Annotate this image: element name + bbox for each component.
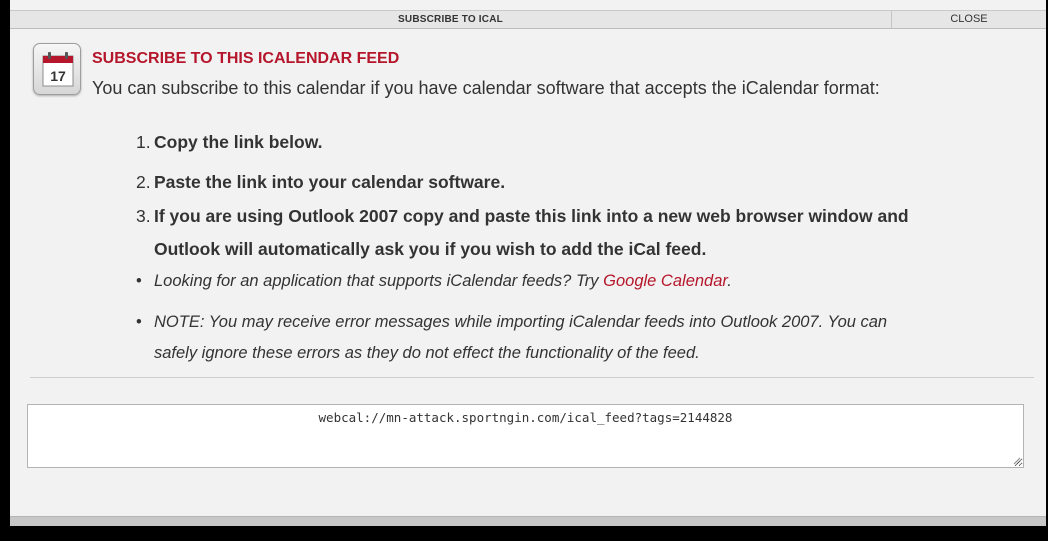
divider: [30, 377, 1034, 378]
bullet-icon: •: [136, 272, 142, 290]
calendar-icon: 17: [33, 43, 81, 95]
calendar-day-label: 17: [50, 68, 66, 84]
dialog-header: SUBSCRIBE TO ICAL CLOSE: [10, 10, 1046, 29]
bullet-text-end: .: [727, 272, 732, 290]
step-text: Paste the link into your calendar softwa…: [154, 172, 506, 192]
step-text: If you are using Outlook 2007 copy and p…: [154, 206, 909, 226]
dialog-heading: SUBSCRIBE TO THIS ICALENDAR FEED: [92, 50, 400, 67]
step-number: 2.: [136, 172, 151, 192]
bullet-text-continued: safely ignore these errors as they do no…: [154, 344, 700, 362]
bullet-icon: •: [136, 313, 142, 331]
dialog-title: SUBSCRIBE TO ICAL: [10, 11, 892, 28]
step-number: 1.: [136, 132, 151, 152]
close-button[interactable]: CLOSE: [892, 11, 1046, 28]
step-text: Copy the link below.: [154, 132, 323, 152]
step-number: 3.: [136, 206, 151, 226]
feed-url-text: webcal://mn-attack.sportngin.com/ical_fe…: [318, 410, 733, 425]
bullet-text: NOTE: You may receive error messages whi…: [154, 313, 888, 331]
intro-text: You can subscribe to this calendar if yo…: [92, 78, 880, 98]
dialog-footer: [10, 516, 1046, 526]
step-text-continued: Outlook will automatically ask you if yo…: [154, 239, 707, 259]
resize-grip-icon[interactable]: [1013, 457, 1021, 465]
subscribe-ical-dialog: SUBSCRIBE TO ICAL CLOSE 17 SUBSCRIBE TO …: [10, 0, 1046, 526]
google-calendar-link[interactable]: Google Calendar: [603, 272, 727, 290]
feed-url-textarea[interactable]: webcal://mn-attack.sportngin.com/ical_fe…: [27, 404, 1024, 468]
bullet-text: Looking for an application that supports…: [154, 272, 604, 290]
